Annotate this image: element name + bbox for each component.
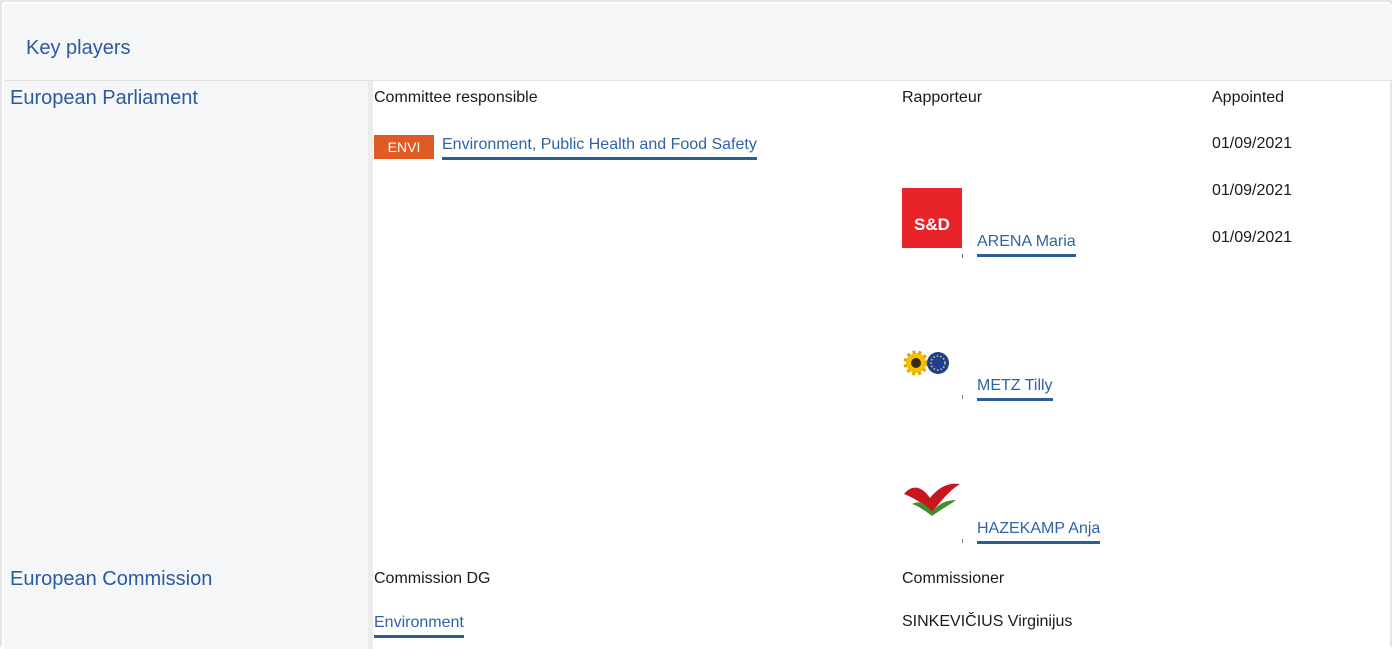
commissioner-header: Commissioner — [902, 570, 1005, 587]
committee-link[interactable]: Environment, Public Health and Food Safe… — [442, 135, 757, 160]
greens-efa-logo-icon — [902, 348, 962, 378]
commissioner-name: SINKEVIČIUS Virginijus — [902, 613, 1073, 630]
commission-dg-link[interactable]: Environment — [374, 613, 464, 638]
tick-mark — [962, 539, 963, 543]
section-header: Key players — [4, 4, 1392, 81]
tick-mark — [962, 254, 963, 258]
commission-label: European Commission — [10, 568, 213, 590]
rapporteur-header: Rapporteur — [902, 89, 983, 106]
sd-logo-icon: S&D — [902, 188, 962, 248]
appointed-date-2: 01/09/2021 — [1212, 182, 1293, 199]
committee-code-badge: ENVI — [374, 135, 434, 159]
commission-dg-header: Commission DG — [374, 570, 491, 587]
gue-ngl-logo-icon — [902, 478, 962, 518]
svg-text:S&D: S&D — [914, 215, 950, 234]
committee-responsible-header: Committee responsible — [374, 89, 538, 106]
rapporteur-link-hazekamp[interactable]: HAZEKAMP Anja — [977, 519, 1101, 544]
rapporteur-link-metz[interactable]: METZ Tilly — [977, 376, 1053, 401]
appointed-header: Appointed — [1212, 89, 1285, 106]
key-players-panel: Key players European Parliament European… — [0, 0, 1392, 649]
tick-mark — [962, 395, 963, 399]
appointed-date-3: 01/09/2021 — [1212, 229, 1293, 246]
appointed-date-1: 01/09/2021 — [1212, 135, 1293, 152]
parliament-label: European Parliament — [10, 87, 198, 109]
rapporteur-link-arena[interactable]: ARENA Maria — [977, 232, 1076, 257]
column-divider — [368, 81, 373, 649]
institution-column: European Parliament European Commission — [4, 81, 370, 649]
section-title: Key players — [26, 37, 131, 59]
